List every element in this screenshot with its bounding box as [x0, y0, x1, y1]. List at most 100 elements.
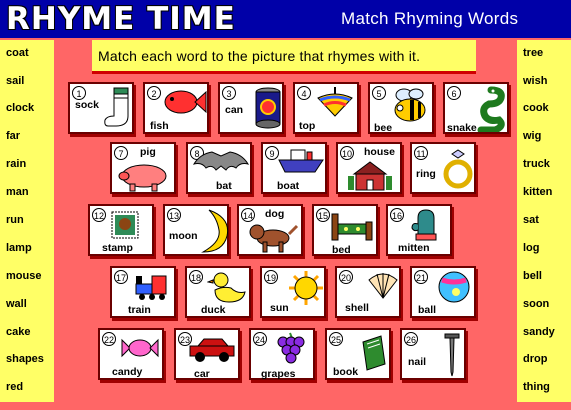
card-label: can: [225, 104, 244, 116]
picture-card-ring[interactable]: 11 ring: [410, 142, 476, 194]
word-mouse[interactable]: mouse: [6, 269, 41, 283]
picture-card-sun[interactable]: 19 sun: [260, 266, 326, 318]
card-number: 25: [329, 332, 343, 346]
word-truck[interactable]: truck: [523, 157, 550, 171]
word-clock[interactable]: clock: [6, 101, 34, 115]
card-number: 7: [114, 146, 128, 160]
picture-card-moon[interactable]: 13 moon: [163, 204, 229, 256]
card-number: 26: [404, 332, 418, 346]
picture-card-car[interactable]: 23 car: [174, 328, 240, 380]
word-sandy[interactable]: sandy: [523, 325, 555, 339]
picture-card-fish[interactable]: 2 fish: [143, 82, 209, 134]
picture-card-boat[interactable]: 9 boat: [261, 142, 327, 194]
picture-card-pig[interactable]: 7 pig: [110, 142, 176, 194]
word-log[interactable]: log: [523, 241, 540, 255]
picture-card-shell[interactable]: 20 shell: [335, 266, 401, 318]
word-run[interactable]: run: [6, 213, 24, 227]
card-number: 2: [147, 86, 161, 100]
card-label: sun: [270, 302, 289, 314]
picture-card-ball[interactable]: 21 ball: [410, 266, 476, 318]
sock-icon: [104, 87, 129, 127]
picture-card-book[interactable]: 25 book: [325, 328, 391, 380]
picture-card-top[interactable]: 4 top: [293, 82, 359, 134]
picture-card-bed[interactable]: 15 bed: [312, 204, 378, 256]
card-number: 18: [189, 270, 203, 284]
pig-icon: [118, 164, 167, 192]
card-label: top: [299, 120, 316, 132]
word-wall[interactable]: wall: [6, 297, 27, 311]
card-label: nail: [408, 356, 427, 368]
dog-icon: [249, 224, 299, 253]
card-label: house: [364, 146, 395, 158]
card-label: grapes: [261, 368, 296, 380]
picture-card-dog[interactable]: 14 dog: [237, 204, 303, 256]
picture-card-can[interactable]: 3 can: [218, 82, 284, 134]
card-number: 13: [167, 208, 181, 222]
word-shapes[interactable]: shapes: [6, 352, 44, 366]
picture-card-grapes[interactable]: 24 grapes: [249, 328, 315, 380]
card-label: bat: [216, 180, 232, 192]
picture-card-house[interactable]: 10 house: [336, 142, 402, 194]
app-subtitle: Match Rhyming Words: [341, 9, 519, 28]
word-cook[interactable]: cook: [523, 101, 549, 115]
card-number: 6: [447, 86, 461, 100]
picture-card-mitten[interactable]: 16 mitten: [386, 204, 452, 256]
word-bell[interactable]: bell: [523, 269, 542, 283]
word-kitten[interactable]: kitten: [523, 185, 552, 199]
card-number: 4: [297, 86, 311, 100]
picture-card-bee[interactable]: 5 bee: [368, 82, 434, 134]
word-wig[interactable]: wig: [523, 129, 541, 143]
word-man[interactable]: man: [6, 185, 29, 199]
picture-card-duck[interactable]: 18 duck: [185, 266, 251, 318]
title-bar: RHYME TIME Match Rhyming Words: [0, 0, 571, 38]
card-number: 20: [339, 270, 353, 284]
card-label: duck: [201, 304, 226, 316]
shell-icon: [368, 273, 398, 299]
word-sail[interactable]: sail: [6, 74, 24, 88]
sun-icon: [289, 271, 323, 305]
book-icon: [362, 335, 386, 371]
rhyme-time-screen: RHYME TIME Match Rhyming Words Match eac…: [0, 0, 571, 410]
word-red[interactable]: red: [6, 380, 23, 394]
word-far[interactable]: far: [6, 129, 20, 143]
bed-icon: [331, 213, 373, 241]
card-label: snake: [447, 122, 477, 134]
picture-card-candy[interactable]: 22 candy: [98, 328, 164, 380]
ring-icon: [443, 149, 473, 189]
nail-icon: [444, 333, 460, 377]
word-coat[interactable]: coat: [6, 46, 29, 60]
snake-icon: [477, 86, 505, 132]
card-label: boat: [277, 180, 300, 192]
card-label: train: [128, 304, 151, 316]
word-thing[interactable]: thing: [523, 380, 550, 394]
picture-card-snake[interactable]: 6 snake: [443, 82, 509, 134]
card-label: ball: [418, 304, 437, 316]
card-label: bee: [374, 122, 393, 134]
word-lamp[interactable]: lamp: [6, 241, 32, 255]
word-tree[interactable]: tree: [523, 46, 543, 60]
picture-card-sock[interactable]: 1 sock: [68, 82, 134, 134]
picture-card-stamp[interactable]: 12 stamp: [88, 204, 154, 256]
card-number: 22: [102, 332, 116, 346]
word-cake[interactable]: cake: [6, 325, 30, 339]
word-rain[interactable]: rain: [6, 157, 26, 171]
word-wish[interactable]: wish: [523, 74, 547, 88]
card-number: 15: [316, 208, 330, 222]
bee-icon: [394, 88, 426, 122]
picture-card-nail[interactable]: 26 nail: [400, 328, 466, 380]
train-icon: [135, 275, 167, 300]
card-label: moon: [169, 230, 198, 242]
fish-icon: [164, 90, 207, 114]
picture-card-train[interactable]: 17 train: [110, 266, 176, 318]
mitten-icon: [411, 209, 437, 241]
card-label: stamp: [102, 242, 133, 254]
card-label: car: [194, 368, 210, 380]
word-soon[interactable]: soon: [523, 297, 549, 311]
word-sat[interactable]: sat: [523, 213, 539, 227]
card-label: bed: [332, 244, 351, 256]
word-drop[interactable]: drop: [523, 352, 547, 366]
card-label: shell: [345, 302, 369, 314]
car-icon: [189, 338, 235, 362]
picture-card-bat[interactable]: 8 bat: [186, 142, 252, 194]
card-label: mitten: [398, 242, 430, 254]
